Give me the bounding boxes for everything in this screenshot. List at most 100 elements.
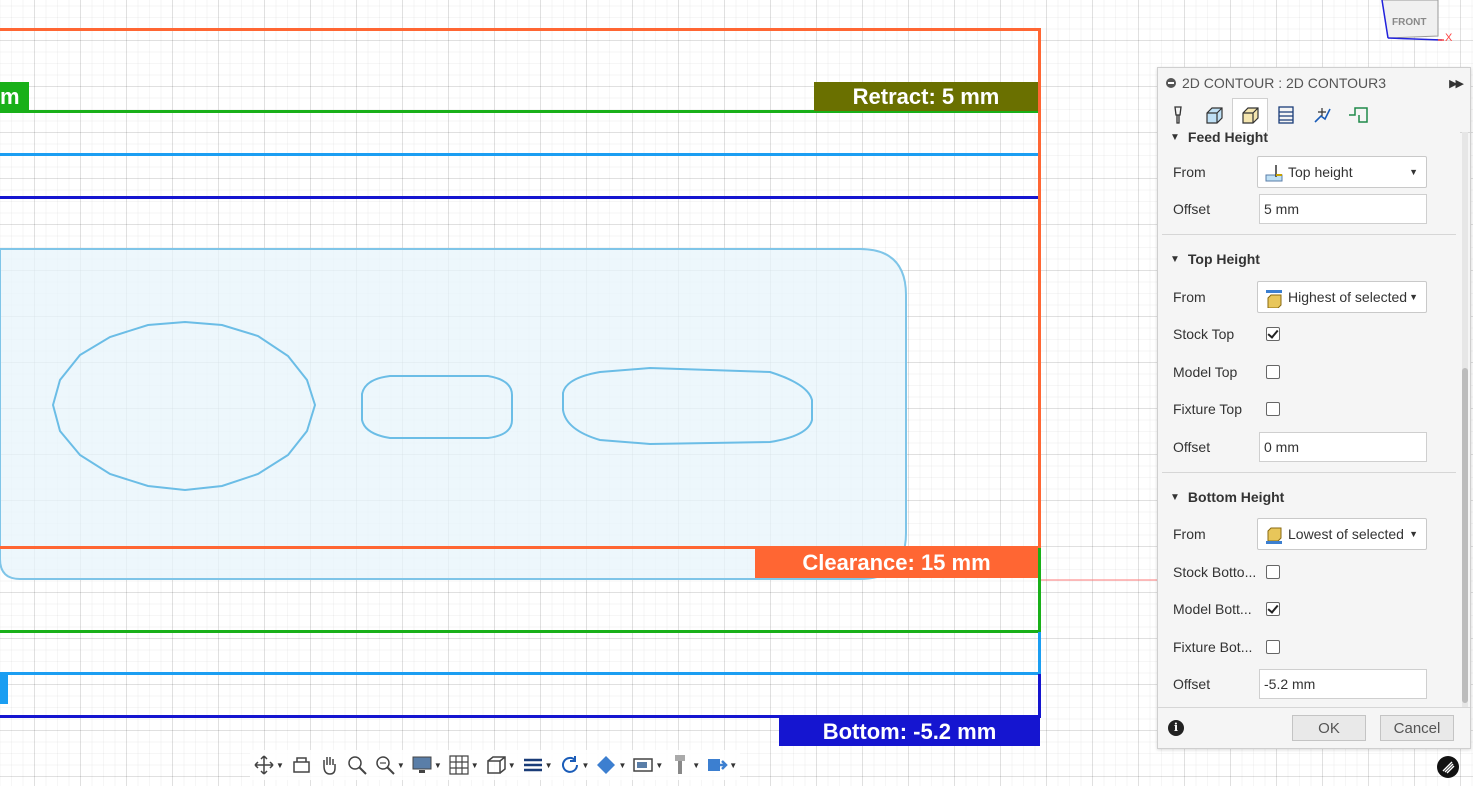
bottom-offset-input[interactable]: -5.2 mm <box>1259 669 1427 699</box>
layers-button[interactable]: ▼ <box>519 750 556 780</box>
simulation-button[interactable]: ▼ <box>629 750 666 780</box>
tab-linking[interactable] <box>1304 98 1340 132</box>
passes-tab-icon <box>1278 106 1294 124</box>
post-icon <box>708 759 728 771</box>
bottom-from-row: From Lowest of selected ▼ <box>1158 516 1460 552</box>
feed-line <box>0 153 1041 156</box>
top-from-select[interactable]: Highest of selected ▼ <box>1257 281 1427 313</box>
tab-tool[interactable] <box>1160 98 1196 132</box>
model-bottom-label: Model Bott... <box>1173 601 1252 617</box>
model-top-row: Model Top <box>1158 354 1460 390</box>
linking-tab-icon <box>1314 108 1331 123</box>
section-divider <box>1162 234 1456 235</box>
dialog-header[interactable]: 2D CONTOUR : 2D CONTOUR3 ▶▶ <box>1158 68 1470 98</box>
retract-bottom-line <box>0 630 1041 633</box>
stock-top-checkbox[interactable] <box>1266 327 1280 341</box>
heights-tab-icon <box>1242 107 1259 124</box>
expand-panel-icon[interactable]: ▶▶ <box>1449 77 1464 90</box>
dialog-scrollbar[interactable] <box>1462 132 1468 707</box>
stock-top-label: Stock Top <box>1173 326 1235 342</box>
bottom-from-value: Lowest of selected <box>1288 526 1404 542</box>
material-icon <box>597 756 616 774</box>
stock-bottom-row: Stock Botto... <box>1158 554 1460 590</box>
tool-button[interactable]: ▼ <box>666 750 703 780</box>
bottom-from-label: From <box>1173 526 1206 542</box>
display-settings-button[interactable]: ▼ <box>408 750 445 780</box>
partial-height-tag: m <box>0 82 29 111</box>
top-offset-label: Offset <box>1173 439 1211 455</box>
collapse-triangle-icon: ▼ <box>1170 253 1180 265</box>
tab-geometry[interactable] <box>1196 98 1232 132</box>
app-logo-icon[interactable] <box>1437 756 1459 778</box>
dialog-footer: i OK Cancel <box>1158 707 1470 748</box>
contour-dialog: 2D CONTOUR : 2D CONTOUR3 ▶▶ ▼ Feed Height… <box>1157 67 1471 749</box>
feed-from-row: From Top height ▼ <box>1158 154 1460 190</box>
zoom-icon <box>348 756 367 775</box>
info-icon[interactable]: i <box>1168 720 1184 736</box>
pan-button[interactable] <box>315 750 343 780</box>
feed-offset-input[interactable]: 5 mm <box>1259 194 1427 224</box>
x-axis-label: X <box>1445 32 1453 44</box>
orbit-move-button[interactable]: ▼ <box>250 750 287 780</box>
feed-height-section-header[interactable]: ▼ Feed Height <box>1158 132 1460 152</box>
collapse-triangle-icon: ▼ <box>1170 491 1180 503</box>
ok-button[interactable]: OK <box>1292 715 1366 741</box>
tool-tab-icon <box>1174 106 1182 124</box>
top-height-section-header[interactable]: ▼ Top Height <box>1158 244 1460 274</box>
cancel-button[interactable]: Cancel <box>1380 715 1454 741</box>
model-bottom-row: Model Bott... <box>1158 591 1460 627</box>
fixture-bottom-row: Fixture Bot... <box>1158 629 1460 665</box>
feed-bottom-line <box>0 672 1041 675</box>
scrollbar-thumb[interactable] <box>1462 368 1468 703</box>
look-at-button[interactable] <box>287 750 315 780</box>
feed-from-value: Top height <box>1288 164 1353 180</box>
bottom-from-select[interactable]: Lowest of selected ▼ <box>1257 518 1427 550</box>
feed-offset-label: Offset <box>1173 201 1211 217</box>
layers-icon <box>523 758 542 772</box>
zoom-button[interactable] <box>343 750 371 780</box>
orbit-move-icon <box>254 755 274 775</box>
partial-feed-tag <box>0 674 8 704</box>
top-height-line <box>0 196 1041 199</box>
refresh-button[interactable]: ▼ <box>556 750 593 780</box>
retract-right-edge <box>1038 548 1041 632</box>
material-button[interactable]: ▼ <box>592 750 629 780</box>
fixture-bottom-label: Fixture Bot... <box>1173 639 1253 655</box>
view-cube[interactable]: FRONT X <box>1380 0 1460 44</box>
clearance-right-edge <box>1038 28 1041 548</box>
display-settings-icon <box>412 756 432 773</box>
top-offset-input[interactable]: 0 mm <box>1259 432 1427 462</box>
fixture-top-row: Fixture Top <box>1158 391 1460 427</box>
simulation-icon <box>633 758 654 772</box>
fixture-bottom-checkbox[interactable] <box>1266 640 1280 654</box>
collapse-icon[interactable] <box>1166 78 1176 88</box>
zoom-window-icon <box>376 756 395 775</box>
bottom-offset-row: Offset -5.2 mm <box>1158 666 1460 702</box>
fixture-top-checkbox[interactable] <box>1266 402 1280 416</box>
fixture-top-label: Fixture Top <box>1173 401 1242 417</box>
zoom-window-button[interactable]: ▼ <box>371 750 408 780</box>
model-bottom-checkbox[interactable] <box>1266 602 1280 616</box>
tab-heights[interactable] <box>1232 98 1268 132</box>
top-from-row: From Highest of selected ▼ <box>1158 279 1460 315</box>
logo-mark <box>1442 761 1455 774</box>
stock-bottom-label: Stock Botto... <box>1173 564 1257 580</box>
tab-post[interactable] <box>1340 98 1376 132</box>
clearance-tag-text: Clearance: 15 mm <box>802 550 991 575</box>
feed-offset-row: Offset 5 mm <box>1158 191 1460 227</box>
tab-passes[interactable] <box>1268 98 1304 132</box>
top-height-icon <box>1265 165 1283 182</box>
stock-bottom-checkbox[interactable] <box>1266 565 1280 579</box>
feed-from-label: From <box>1173 164 1206 180</box>
post-button[interactable]: ▼ <box>703 750 740 780</box>
viewports-button[interactable]: ▼ <box>482 750 519 780</box>
bottom-height-section-header[interactable]: ▼ Bottom Height <box>1158 482 1460 512</box>
partial-height-tag-text: m <box>0 84 20 109</box>
feed-from-select[interactable]: Top height ▼ <box>1257 156 1427 188</box>
dialog-content[interactable]: ▼ Feed Height From Top height ▼ Offset 5 … <box>1158 132 1460 707</box>
retract-tag: Retract: 5 mm <box>814 82 1038 111</box>
bottom-right-edge <box>1038 674 1041 717</box>
grid-button[interactable]: ▼ <box>445 750 482 780</box>
pan-hand-icon <box>323 757 336 775</box>
model-top-checkbox[interactable] <box>1266 365 1280 379</box>
